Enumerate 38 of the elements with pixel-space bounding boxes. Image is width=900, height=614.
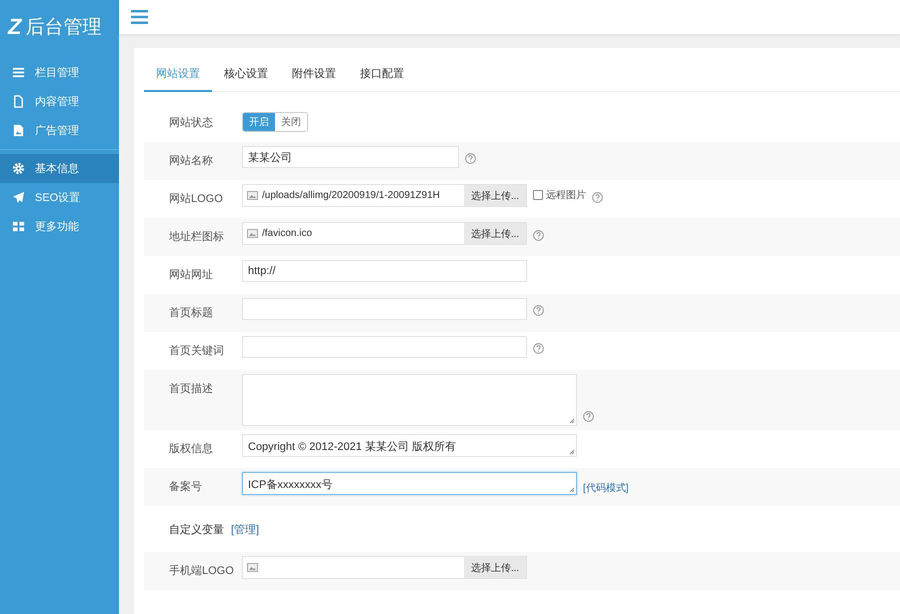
image-file-icon xyxy=(12,124,25,137)
field-label: 地址栏图标 xyxy=(168,230,225,244)
tab[interactable]: 附件设置 xyxy=(280,58,348,92)
checkbox[interactable] xyxy=(533,190,543,200)
tab[interactable]: 接口配置 xyxy=(348,58,416,92)
section-label: 自定义变量 xyxy=(168,522,224,536)
field-label: 手机端LOGO xyxy=(168,564,235,578)
text-field[interactable] xyxy=(242,336,527,358)
field-label: 首页描述 xyxy=(168,382,214,396)
field-label: 网站名称 xyxy=(168,154,214,168)
checkbox-label: 远程图片 xyxy=(546,188,586,202)
field-label: 首页关键词 xyxy=(168,344,225,358)
text-field[interactable]: 某某公司 xyxy=(242,146,459,168)
document-icon xyxy=(12,95,25,108)
field-label: 首页标题 xyxy=(168,306,214,320)
menu-icon[interactable] xyxy=(131,10,148,24)
field-label: 网站状态 xyxy=(168,116,214,130)
settings-icon xyxy=(12,162,25,175)
logo-text: 后台管理 xyxy=(25,16,102,40)
resize-grip-icon[interactable] xyxy=(569,418,575,424)
field-label: 网站网址 xyxy=(168,268,214,282)
grid-icon xyxy=(12,220,25,233)
field-label: 网站LOGO xyxy=(168,192,224,206)
text-area[interactable]: Copyright © 2012-2021 某某公司 版权所有 xyxy=(242,434,577,457)
manage-link[interactable]: [管理] xyxy=(231,522,260,536)
text-field[interactable] xyxy=(242,298,527,320)
list-icon xyxy=(12,66,25,79)
field-label: 版权信息 xyxy=(168,442,214,456)
sidebar-item[interactable]: 基本信息 xyxy=(0,154,119,183)
text-field[interactable]: http:// xyxy=(242,260,527,282)
field-label: 备案号 xyxy=(168,480,203,494)
text-area[interactable]: ICP备xxxxxxxx号 xyxy=(242,472,577,495)
resize-grip-icon[interactable] xyxy=(569,487,575,493)
code-mode-link[interactable]: [代码模式] xyxy=(583,481,629,495)
resize-grip-icon[interactable] xyxy=(569,449,575,455)
paper-plane-icon xyxy=(12,191,25,204)
tab[interactable]: 核心设置 xyxy=(212,58,280,92)
logo-mark: Z xyxy=(8,14,22,40)
